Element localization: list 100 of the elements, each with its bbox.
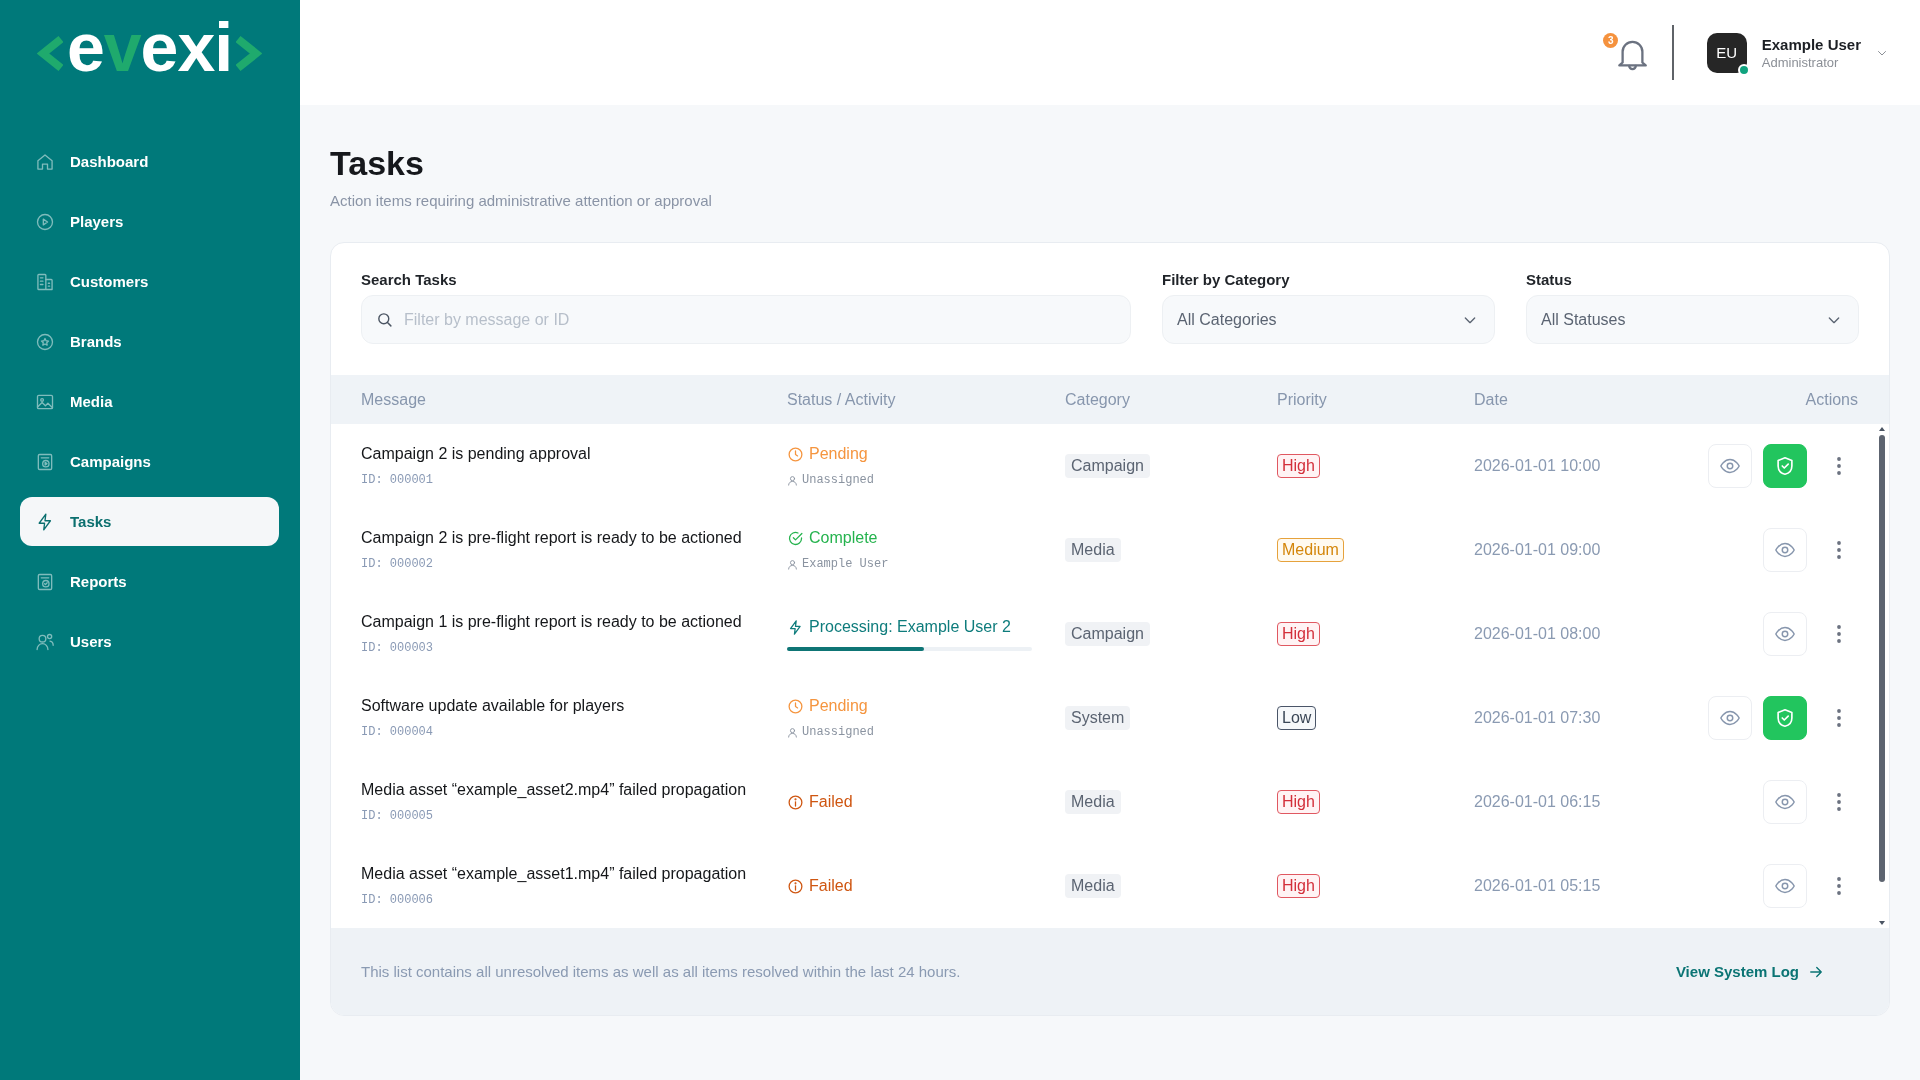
person-icon (787, 474, 798, 486)
approve-button[interactable] (1763, 696, 1807, 740)
notification-count: 3 (1603, 32, 1619, 48)
view-button[interactable] (1708, 696, 1752, 740)
task-date: 2026-01-01 09:00 (1474, 541, 1602, 559)
task-id: ID: 000005 (361, 808, 434, 824)
user-name: Example User (1761, 35, 1861, 53)
nav-item[interactable]: Tasks (20, 497, 279, 546)
task-date: 2026-01-01 05:15 (1474, 877, 1602, 895)
priority-tag: Medium (1277, 538, 1344, 562)
person-icon (787, 558, 798, 570)
nav-item[interactable]: Brands (20, 317, 279, 366)
task-date: 2026-01-01 07:30 (1474, 709, 1602, 727)
view-button[interactable] (1708, 444, 1752, 488)
view-button[interactable] (1763, 612, 1807, 656)
column-header: Status / Activity (787, 390, 897, 409)
users-icon (35, 631, 55, 652)
task-id: ID: 000002 (361, 556, 434, 572)
page-title: Tasks (330, 143, 425, 184)
nav-item[interactable]: Players (20, 197, 279, 246)
field-label: Filter by Category (1162, 271, 1291, 289)
page-subtitle: Action items requiring administrative attention or approval (330, 191, 713, 211)
nav-item[interactable]: Dashboard (20, 137, 279, 186)
view-button[interactable] (1763, 780, 1807, 824)
status-text: Pending (809, 444, 868, 464)
column-header: Category (1065, 390, 1131, 409)
column-header: Message (361, 390, 427, 409)
shield-check-icon (1774, 707, 1796, 729)
house-icon (35, 151, 55, 172)
task-date: 2026-01-01 08:00 (1474, 625, 1602, 643)
avatar[interactable]: EU (1706, 32, 1747, 73)
play-circle-icon (35, 211, 55, 232)
priority-tag: High (1277, 790, 1320, 814)
nav-item[interactable]: Campaigns (20, 437, 279, 486)
priority-tag: Low (1277, 706, 1317, 730)
check-circle-icon (787, 529, 804, 547)
nav-item[interactable]: Reports (20, 557, 279, 606)
clock-icon (787, 697, 804, 715)
view-button[interactable] (1763, 864, 1807, 908)
info-icon (787, 877, 804, 895)
task-id: ID: 000004 (361, 724, 434, 740)
field-label: Status (1526, 271, 1573, 289)
nav-item[interactable]: Users (20, 617, 279, 666)
assignee-name: Unassigned (802, 724, 874, 740)
task-message: Campaign 2 is pending approval (361, 444, 592, 464)
priority-tag: High (1277, 874, 1320, 898)
status-text: Pending (809, 696, 868, 716)
info-icon (787, 793, 804, 811)
category-tag: Campaign (1065, 622, 1150, 646)
nav-item[interactable]: Media (20, 377, 279, 426)
column-header: Date (1474, 390, 1509, 409)
assignee-name: Unassigned (802, 472, 874, 488)
task-id: ID: 000006 (361, 892, 434, 908)
search-icon (376, 311, 393, 328)
status-text: Failed (809, 876, 853, 896)
lightning-icon (787, 618, 804, 636)
category-tag: Media (1065, 538, 1121, 562)
vertical-dots-icon (1837, 541, 1841, 559)
status-text: Processing: Example User 2 (809, 617, 1011, 637)
shield-check-icon (1774, 455, 1796, 477)
status-select[interactable]: All Statuses (1526, 295, 1859, 344)
category-tag: System (1065, 706, 1131, 730)
category-tag: Media (1065, 790, 1121, 814)
vertical-dots-icon (1837, 625, 1841, 643)
assignee-name: Example User (802, 556, 889, 572)
status-text: Failed (809, 792, 853, 812)
status-text: Complete (809, 528, 878, 548)
building-icon (35, 271, 55, 292)
task-message: Software update available for players (361, 696, 626, 716)
category-tag: Media (1065, 874, 1121, 898)
category-select[interactable]: All Categories (1162, 295, 1495, 344)
document-play-icon (35, 451, 55, 472)
task-date: 2026-01-01 06:15 (1474, 793, 1602, 811)
document-check-icon (35, 571, 55, 592)
approve-button[interactable] (1763, 444, 1807, 488)
task-message: Campaign 2 is pre-flight report is ready to be actioned (361, 528, 743, 548)
task-id: ID: 000003 (361, 640, 434, 656)
vertical-dots-icon (1837, 457, 1841, 475)
column-header: Priority (1277, 390, 1328, 409)
bell-icon[interactable] (1618, 39, 1648, 71)
field-label: Search Tasks (361, 271, 458, 289)
task-message: Campaign 1 is pre-flight report is ready to be actioned (361, 612, 743, 632)
view-system-log-link[interactable]: View System Log (1675, 962, 1825, 981)
vertical-dots-icon (1837, 709, 1841, 727)
task-message: Media asset “example_asset1.mp4” failed propagation (361, 864, 748, 884)
star-circle-icon (35, 331, 55, 352)
column-header: Actions (1805, 390, 1858, 409)
category-tag: Campaign (1065, 454, 1150, 478)
vertical-dots-icon (1837, 877, 1841, 895)
person-icon (787, 726, 798, 738)
task-message: Media asset “example_asset2.mp4” failed propagation (361, 780, 748, 800)
task-date: 2026-01-01 10:00 (1474, 457, 1602, 475)
view-button[interactable] (1763, 528, 1807, 572)
vertical-dots-icon (1837, 793, 1841, 811)
nav-item[interactable]: Customers (20, 257, 279, 306)
priority-tag: High (1277, 622, 1320, 646)
user-role: Administrator (1761, 54, 1840, 70)
task-id: ID: 000001 (361, 472, 434, 488)
footer-note: This list contains all unresolved items as well as all items resolved within the last 24 hours. (361, 963, 961, 980)
clock-icon (787, 445, 804, 463)
